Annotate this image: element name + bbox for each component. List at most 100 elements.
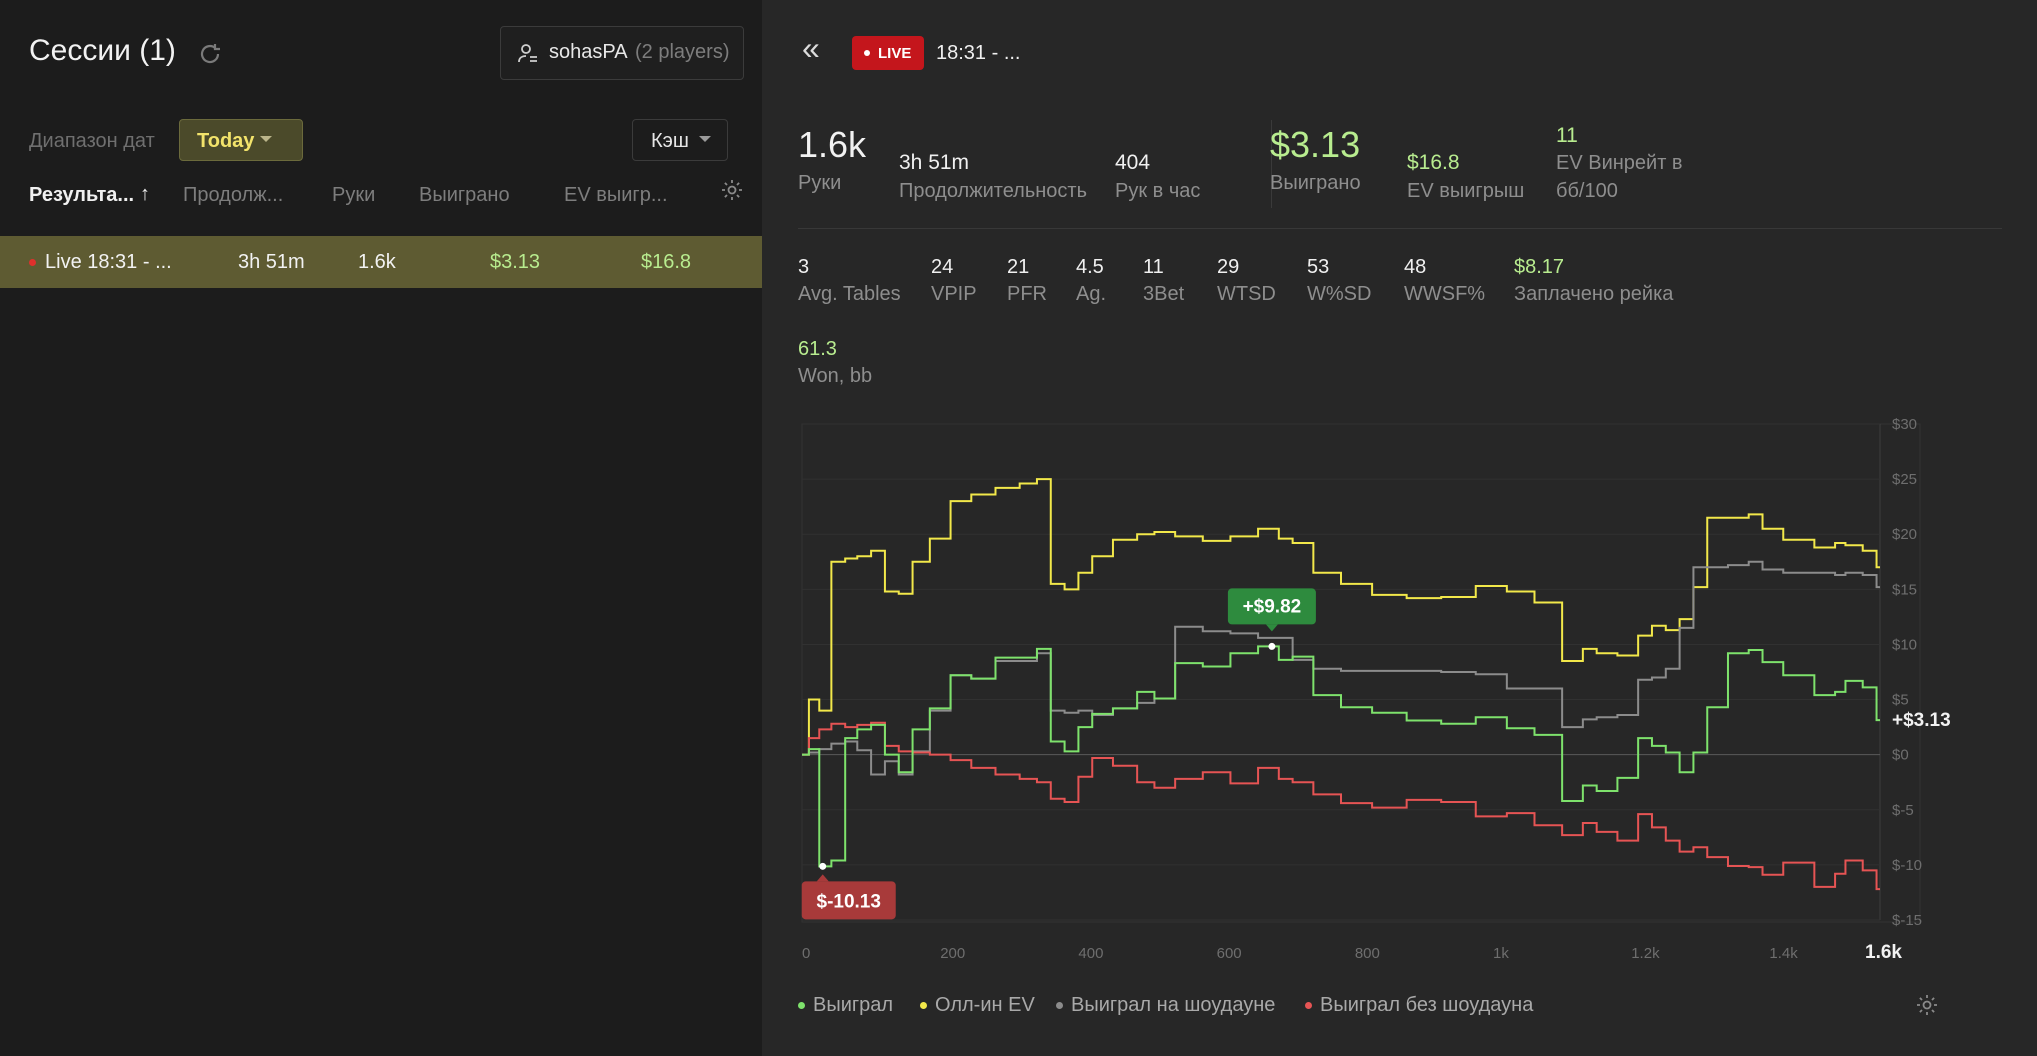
stat-label: Avg. Tables [798,283,901,305]
x-tick-label: 600 [1217,945,1242,962]
player-count: (2 players) [635,41,730,63]
stat-value: 4.5 [1076,256,1104,278]
sessions-title: Сессии (1) [29,34,176,67]
ev-bb-label: EV Винрейт в [1556,152,1683,174]
y-tick-label: $15 [1892,581,1917,598]
session-hands: 1.6k [358,251,396,273]
profit-chart: $30 $25 $20 $15 $10 $5 $0 $-5 $-10 $-15 0 200 400 60… [801,416,1951,963]
won-value: $3.13 [1270,124,1361,165]
session-duration: 3h 51m [238,251,305,273]
hands-value: 1.6k [798,124,867,165]
stat-value: $8.17 [1514,256,1565,278]
session-row[interactable]: Live 18:31 - ... 3h 51m 1.6k $3.13 $16.8 [0,236,762,288]
series-line [802,560,1880,776]
ev-bb-value: 11 [1556,124,1578,147]
chevron-down-icon [699,136,711,142]
y-tick-label: $20 [1892,526,1917,543]
legend-dot-icon [798,1002,805,1010]
column-header-result[interactable]: Результа... [29,184,134,207]
won-label: Выиграно [1270,172,1361,194]
hands-per-hour-value: 404 [1115,151,1151,174]
gear-icon[interactable] [720,178,744,202]
stat-label: PFR [1007,283,1047,305]
won-bb-value: 61.3 [798,338,837,360]
end-value-label: +$3.13 [1892,710,1951,731]
y-tick-label: $30 [1892,416,1917,433]
legend-label: Олл-ин EV [935,994,1035,1016]
legend-label: Выиграл [813,994,894,1016]
date-range-label: Диапазон дат [29,130,155,152]
stat-label: WWSF% [1404,283,1486,305]
y-tick-label: $-10 [1892,857,1922,874]
player-name: sohasPA [549,41,628,63]
max-point [1268,642,1276,650]
stat-value: 21 [1007,256,1030,278]
legend-dot-icon [920,1002,927,1010]
ev-won-value: $16.8 [1407,151,1460,174]
legend-label: Выиграл на шоудауне [1071,994,1276,1016]
column-header-hands[interactable]: Руки [332,184,375,207]
y-tick-label: $-5 [1892,802,1914,819]
y-tick-label: $-15 [1892,912,1922,929]
stat-value: 11 [1143,256,1164,278]
legend-item[interactable]: Выиграл без шоудауна [1305,994,1533,1017]
live-dot-icon [864,50,870,56]
game-type-value: Кэш [651,130,689,152]
x-tick-label: 400 [1078,945,1103,962]
stat-value: 29 [1217,256,1240,278]
duration-value: 3h 51m [899,151,970,174]
y-axis-ticks: $30 $25 $20 $15 $10 $5 $0 $-5 $-10 $-15 [1892,416,1922,929]
y-tick-label: $25 [1892,471,1917,488]
min-annotation-text: $-10.13 [817,891,881,912]
legend-item[interactable]: Выиграл [798,994,893,1017]
ev-bb-label-unit: бб/100 [1556,180,1618,202]
x-tick-label: 1.2k [1631,945,1660,962]
x-tick-label: 1.6k [1865,942,1902,963]
legend-label: Выиграл без шоудауна [1320,994,1534,1016]
y-tick-label: $0 [1892,747,1909,764]
column-header-won[interactable]: Выиграно [419,184,510,207]
section-divider [798,228,2002,229]
legend-item[interactable]: Выиграл на шоудауне [1056,994,1275,1017]
game-type-dropdown[interactable]: Кэш [632,119,728,161]
min-annotation-pointer [816,874,829,882]
ev-won-label: EV выигрыш [1407,180,1525,202]
stat-value: 48 [1404,256,1427,278]
user-icon [518,44,537,63]
max-annotation-text: +$9.82 [1243,596,1302,617]
date-range-dropdown[interactable]: Today [179,119,303,161]
sort-arrow-icon[interactable]: ↑ [140,183,150,206]
stat-label: W%SD [1307,283,1372,305]
x-tick-label: 800 [1355,945,1380,962]
stat-value: 24 [931,256,954,278]
x-tick-label: 1k [1493,945,1509,962]
x-axis-ticks: 0 200 400 600 800 1k 1.2k 1.4k 1.6k [802,942,1902,963]
legend-dot-icon [1056,1002,1063,1010]
date-range-value: Today [197,130,255,152]
player-selector-button[interactable]: sohasPA (2 players) [500,26,744,80]
column-header-ev[interactable]: EV выигр... [564,184,668,207]
stat-label: Заплачено рейка [1514,283,1674,305]
session-title: 18:31 - ... [936,42,1021,64]
back-button[interactable]: « [802,30,820,67]
session-name: Live 18:31 - ... [45,251,172,273]
sessions-panel: Сессии (1) sohasPA (2 players) Диапазон … [0,0,762,1056]
live-badge: LIVE [852,36,924,70]
stat-value: 3 [798,256,810,278]
refresh-icon[interactable] [196,40,224,68]
legend-item[interactable]: Олл-ин EV [920,994,1035,1017]
chart-grid [801,423,1921,923]
max-annotation-pointer [1265,624,1278,632]
session-ev: $16.8 [641,251,692,273]
min-point [819,862,827,870]
live-badge-text: LIVE [878,45,912,62]
chart-series [802,478,1880,891]
chart-settings-gear-icon[interactable] [1915,993,1939,1017]
stat-label: 3Bet [1143,283,1185,305]
y-tick-label: $5 [1892,692,1909,709]
plot-frame [801,423,1921,923]
x-tick-label: 1.4k [1769,945,1798,962]
stat-label: Ag. [1076,283,1107,305]
column-header-duration[interactable]: Продолж... [183,184,283,207]
stat-label: WTSD [1217,283,1276,305]
